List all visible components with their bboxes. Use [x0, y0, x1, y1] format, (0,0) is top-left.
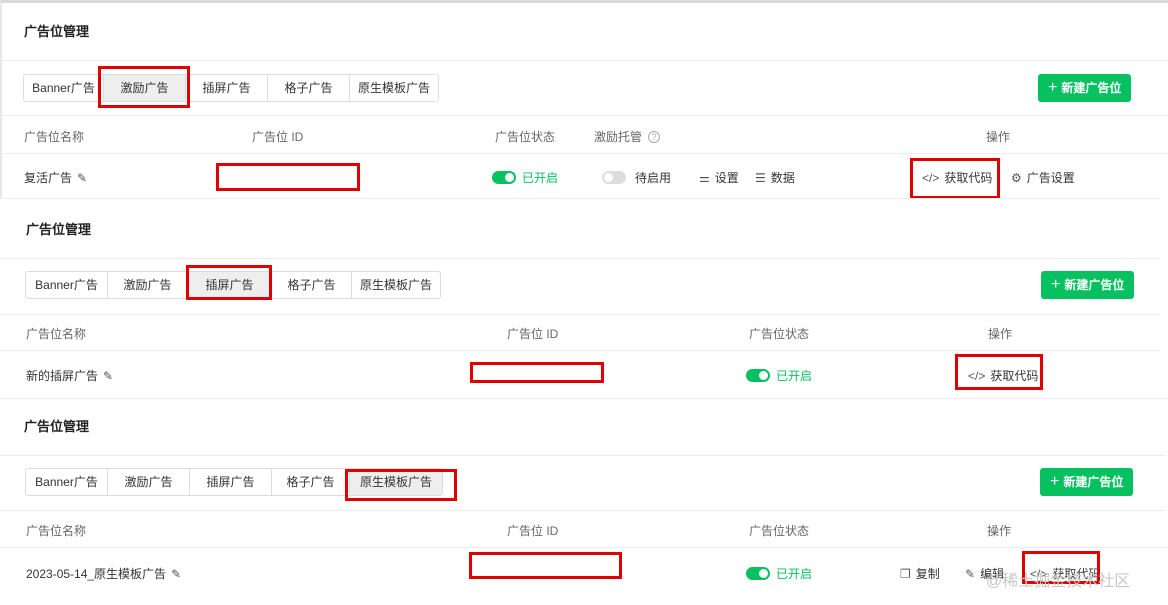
pencil-icon: ✎	[965, 566, 976, 581]
tab-interstitial[interactable]: 插屏广告	[186, 75, 268, 101]
hosting-toggle[interactable]: 待启用	[602, 169, 671, 186]
divider	[0, 547, 1166, 548]
ad-slot-panel-interstitial: 广告位管理 Banner广告 激励广告 插屏广告 格子广告 原生模板广告 + 新建…	[0, 198, 1160, 398]
tab-native-template[interactable]: 原生模板广告	[350, 75, 438, 101]
redacted-id-box	[216, 163, 360, 191]
col-header-name: 广告位名称	[26, 524, 87, 538]
col-header-status: 广告位状态	[749, 524, 810, 538]
status-toggle[interactable]: 已开启	[746, 367, 812, 384]
toggle-switch[interactable]	[602, 171, 626, 184]
tab-grid[interactable]: 格子广告	[268, 75, 350, 101]
redacted-id-box	[470, 362, 604, 383]
data-link[interactable]: ☰ 数据	[755, 169, 795, 186]
copy-icon: ❐	[900, 566, 911, 581]
highlight-box	[910, 158, 1000, 199]
new-ad-slot-button[interactable]: + 新建广告位	[1038, 74, 1132, 102]
highlight-box	[955, 354, 1043, 390]
col-header-ops: 操作	[988, 327, 1013, 341]
redacted-id-box	[469, 552, 622, 579]
divider	[2, 60, 1168, 61]
ad-slot-name: 2023-05-14_原生模板广告 ✎	[26, 566, 182, 582]
help-icon[interactable]: ?	[648, 130, 661, 143]
gear-icon: ⚙	[1011, 170, 1022, 185]
divider	[0, 350, 1160, 351]
ad-slot-name: 复活广告 ✎	[24, 170, 88, 186]
tab-grid[interactable]: 格子广告	[272, 272, 352, 298]
plus-icon: +	[1051, 276, 1061, 293]
tab-rewarded[interactable]: 激励广告	[108, 469, 190, 495]
col-header-id: 广告位 ID	[507, 524, 559, 538]
col-header-status: 广告位状态	[749, 327, 810, 341]
divider	[2, 153, 1168, 154]
tab-banner[interactable]: Banner广告	[26, 272, 108, 298]
divider	[2, 115, 1168, 116]
plus-icon: +	[1050, 473, 1060, 490]
divider	[0, 314, 1160, 315]
toggle-switch[interactable]	[746, 369, 770, 382]
status-toggle[interactable]: 已开启	[492, 169, 558, 186]
page-title: 广告位管理	[26, 222, 92, 237]
ad-type-tabs: Banner广告 激励广告 插屏广告 格子广告 原生模板广告	[23, 74, 439, 102]
col-header-ops: 操作	[987, 524, 1012, 538]
new-ad-slot-button[interactable]: + 新建广告位	[1040, 468, 1134, 496]
copy-link[interactable]: ❐ 复制	[900, 565, 940, 582]
col-header-ops: 操作	[986, 130, 1011, 144]
ad-slot-name: 新的插屏广告 ✎	[26, 368, 114, 384]
col-header-name: 广告位名称	[26, 327, 87, 341]
watermark: @稀土掘金技术社区	[986, 573, 1131, 590]
col-header-id: 广告位 ID	[507, 327, 559, 341]
tab-banner[interactable]: Banner广告	[24, 75, 104, 101]
toggle-switch[interactable]	[492, 171, 516, 184]
ad-slot-panel-rewarded: 广告位管理 Banner广告 激励广告 插屏广告 格子广告 原生模板广告 + 新建…	[0, 0, 1168, 199]
col-header-id: 广告位 ID	[252, 130, 304, 144]
pencil-icon[interactable]: ✎	[103, 369, 113, 383]
pencil-icon[interactable]: ✎	[77, 171, 87, 185]
highlight-box	[98, 66, 190, 108]
tab-rewarded[interactable]: 激励广告	[108, 272, 188, 298]
tab-grid[interactable]: 格子广告	[272, 469, 350, 495]
tab-interstitial[interactable]: 插屏广告	[190, 469, 272, 495]
col-header-name: 广告位名称	[24, 130, 85, 144]
divider	[0, 258, 1160, 259]
divider	[0, 510, 1166, 511]
new-ad-slot-button[interactable]: + 新建广告位	[1041, 271, 1135, 299]
pencil-icon[interactable]: ✎	[171, 567, 181, 581]
bar-chart-icon: ☰	[755, 170, 766, 185]
ad-slot-panel-native-template: 广告位管理 Banner广告 激励广告 插屏广告 格子广告 原生模板广告 + 新建…	[0, 398, 1168, 605]
col-header-status: 广告位状态	[495, 130, 556, 144]
page-title: 广告位管理	[24, 419, 90, 434]
settings-link[interactable]: ⚌ 设置	[699, 169, 739, 186]
plus-icon: +	[1048, 79, 1058, 96]
col-header-hosting: 激励托管?	[594, 128, 661, 145]
ad-settings-link[interactable]: ⚙ 广告设置	[1011, 169, 1075, 186]
sliders-icon: ⚌	[699, 170, 710, 185]
highlight-box	[345, 469, 457, 501]
highlight-box	[186, 265, 272, 300]
tab-banner[interactable]: Banner广告	[26, 469, 108, 495]
toggle-switch[interactable]	[746, 567, 770, 580]
status-toggle[interactable]: 已开启	[746, 565, 812, 582]
page-title: 广告位管理	[24, 24, 90, 39]
tab-native-template[interactable]: 原生模板广告	[352, 272, 440, 298]
divider	[0, 455, 1166, 456]
